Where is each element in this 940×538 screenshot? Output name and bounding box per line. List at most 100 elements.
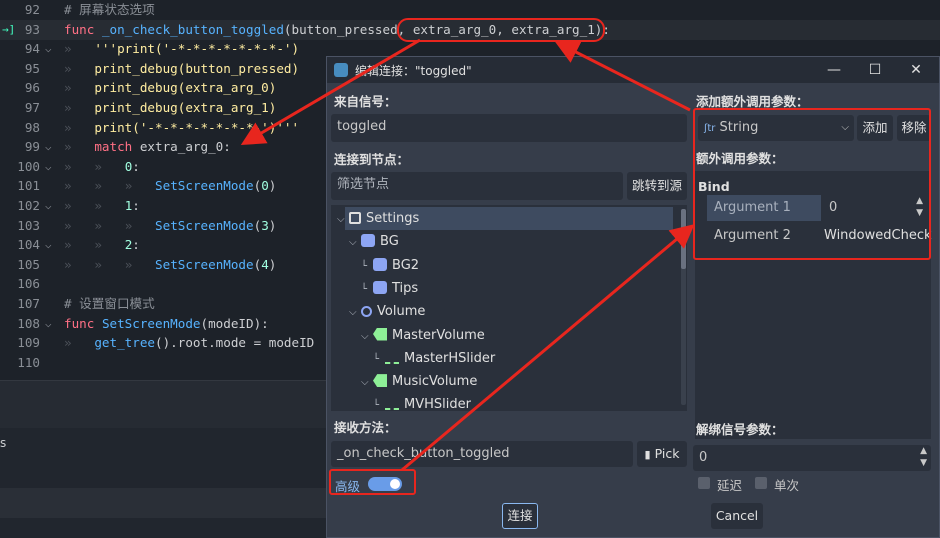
line-number: 101 <box>17 178 40 194</box>
line-number: 99 <box>24 139 40 155</box>
line-number: 92 <box>24 2 40 17</box>
label-node-icon <box>373 374 387 388</box>
cancel-button[interactable]: Cancel <box>711 503 763 529</box>
tree-item-settings[interactable]: ⌵ Settings <box>337 207 419 230</box>
pick-button[interactable]: ▮ Pick <box>637 441 687 467</box>
signal-field: toggled <box>331 114 687 142</box>
tree-item-label: Volume <box>377 304 426 320</box>
line-number: 96 <box>24 80 40 96</box>
tree-item-tips[interactable]: └ Tips <box>361 277 418 300</box>
connect-to-node-label: 连接到节点： <box>334 152 410 167</box>
expand-chevron-icon[interactable]: ⌵ <box>349 301 361 324</box>
tree-guide: └ <box>361 260 368 272</box>
expand-chevron-icon[interactable]: ⌵ <box>337 208 349 231</box>
code-text: # 设置窗口模式 <box>64 296 155 311</box>
tree-scrollbar[interactable] <box>681 209 686 405</box>
deferred-checkbox[interactable] <box>698 477 710 489</box>
code-text: » » » SetScreenMode(3) <box>64 217 277 233</box>
code-line[interactable]: 92 # 屏幕状态选项 <box>0 0 940 20</box>
filter-nodes-input[interactable]: 筛选节点 <box>331 172 623 200</box>
line-number: 100 <box>17 158 40 174</box>
tree-item-mvhslider[interactable]: └ MVHSlider <box>373 393 471 411</box>
tree-item-label: MusicVolume <box>392 374 478 390</box>
fold-chevron-icon: ⌵ <box>45 316 52 330</box>
code-text: » '''print('-*-*-*-*-*-*-*-') <box>64 41 300 57</box>
tree-scrollbar-thumb[interactable] <box>681 209 686 269</box>
pick-icon: ▮ <box>644 448 651 461</box>
fold-chevron-icon: ⌵ <box>45 159 52 173</box>
tree-item-label: MasterVolume <box>392 327 485 343</box>
code-text: » print_debug(extra_arg_1) <box>64 100 277 115</box>
tree-item-mastervolume[interactable]: ⌵ MasterVolume <box>361 324 485 347</box>
settings-node-icon <box>349 212 361 224</box>
bottom-panel: s <box>0 428 330 538</box>
minimize-button[interactable]: — <box>821 59 847 81</box>
close-button[interactable]: ✕ <box>903 59 929 81</box>
goto-source-button[interactable]: 跳转到源 <box>627 172 687 200</box>
scene-tree[interactable]: ⌵ Settings ⌵ BG └ BG2 └ Tips ⌵ Volume ⌵ MasterVolum… <box>331 205 687 411</box>
bottom-panel-text: s <box>0 436 7 450</box>
code-text: » get_tree().root.mode = modeID <box>64 335 315 351</box>
line-number: 97 <box>24 100 40 115</box>
tree-item-bg2[interactable]: └ BG2 <box>361 254 419 277</box>
code-text: » » » SetScreenMode(4) <box>64 256 277 272</box>
control-node-icon <box>373 257 387 271</box>
expand-chevron-icon[interactable]: ⌵ <box>361 325 373 348</box>
line-number: 105 <box>17 256 40 272</box>
dialog-title: 编辑连接："toggled" <box>355 64 472 78</box>
from-signal-label: 来自信号： <box>334 94 397 109</box>
line-number: 108 <box>17 315 40 331</box>
receiver-method-input[interactable]: _on_check_button_toggled <box>331 441 633 467</box>
pick-button-label: Pick <box>654 446 680 461</box>
line-number: 98 <box>24 119 40 135</box>
control-node-icon <box>361 234 375 248</box>
tree-guide: └ <box>373 353 380 365</box>
unbind-args-label: 解绑信号参数： <box>696 422 784 437</box>
code-text: # 屏幕状态选项 <box>64 2 155 17</box>
godot-icon <box>334 63 348 77</box>
oneshot-label: 单次 <box>774 478 800 493</box>
tree-guide: └ <box>373 400 380 411</box>
fold-chevron-icon: ⌵ <box>45 140 52 154</box>
hslider-node-icon <box>385 402 399 411</box>
tree-item-volume[interactable]: ⌵ Volume <box>349 300 425 323</box>
line-number: 102 <box>17 198 40 213</box>
line-number: 104 <box>17 237 40 253</box>
line-number: 110 <box>17 354 40 370</box>
tree-item-label: MVHSlider <box>404 397 471 411</box>
fold-chevron-icon: ⌵ <box>45 199 52 212</box>
expand-chevron-icon[interactable]: ⌵ <box>361 371 373 394</box>
expand-chevron-icon[interactable]: ⌵ <box>349 231 361 254</box>
tree-guide: └ <box>361 283 368 295</box>
editor-status-area <box>0 380 330 428</box>
annotation-box-advanced <box>329 469 416 495</box>
tree-item-musicvolume[interactable]: ⌵ MusicVolume <box>361 370 477 393</box>
line-number: 94 <box>24 41 40 57</box>
line-number: 103 <box>17 217 40 233</box>
tree-item-label: Tips <box>392 280 419 296</box>
hslider-node-icon <box>385 356 399 364</box>
dialog-titlebar[interactable]: 编辑连接："toggled" — ☐ ✕ <box>327 57 939 83</box>
fold-chevron-icon: ⌵ <box>45 238 52 252</box>
unbind-args-value: 0 <box>699 450 708 465</box>
circle-node-icon <box>361 306 372 318</box>
code-text: » match extra_arg_0: <box>64 139 231 155</box>
signal-connection-icon: →] <box>2 22 16 36</box>
annotation-circle-args <box>397 18 605 42</box>
tree-item-bg[interactable]: ⌵ BG <box>349 230 399 253</box>
tree-item-label: BG2 <box>392 257 420 273</box>
deferred-label: 延迟 <box>717 478 743 493</box>
oneshot-checkbox[interactable] <box>755 477 767 489</box>
tree-item-label: MasterHSlider <box>404 350 496 366</box>
connect-button[interactable]: 连接 <box>502 503 538 529</box>
unbind-args-input[interactable]: 0 ▲ ▼ <box>693 445 931 471</box>
code-text: » print_debug(extra_arg_0) <box>64 80 277 96</box>
annotation-box-extra-args <box>693 108 931 260</box>
spinner-icon: ▲ ▼ <box>920 446 927 468</box>
line-number: 107 <box>17 296 40 311</box>
tree-item-masterhslider[interactable]: └ MasterHSlider <box>373 347 495 370</box>
maximize-button[interactable]: ☐ <box>862 59 888 81</box>
code-text: » » » SetScreenMode(0) <box>64 178 277 194</box>
tree-item-label: Settings <box>366 211 420 226</box>
code-text: » print('-*-*-*-*-*-*-*-')''' <box>64 119 300 135</box>
